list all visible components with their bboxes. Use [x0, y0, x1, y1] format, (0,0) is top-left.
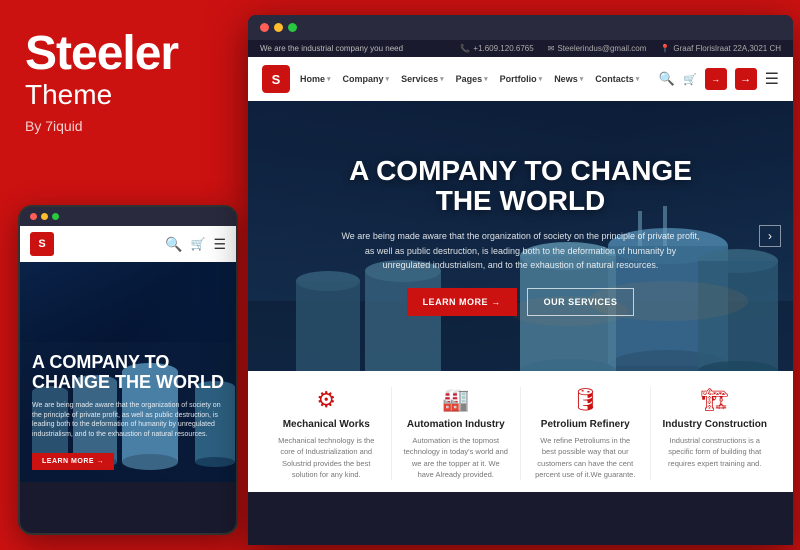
nav-services-arrow: ▾: [440, 75, 444, 83]
cart-button[interactable]: 🛒: [683, 73, 697, 86]
our-services-button[interactable]: OUR SERVICES: [527, 288, 635, 316]
petroleum-icon: 🛢: [533, 387, 638, 413]
topbar-email: ✉ Steelerindus@gmail.com: [548, 44, 647, 53]
construction-title: Industry Construction: [663, 419, 768, 430]
site-navbar: S Home ▾ Company ▾ Services ▾ Pages ▾: [248, 57, 793, 101]
automation-desc: Automation is the topmost technology in …: [404, 435, 509, 480]
browser-content: We are the industrial company you need 📞…: [248, 40, 793, 492]
browser-dot-red: [260, 23, 269, 32]
nav-pages-label: Pages: [456, 74, 483, 84]
nav-contacts-label: Contacts: [595, 74, 634, 84]
mobile-search-icon: 🔍: [165, 236, 182, 253]
search-button[interactable]: 🔍: [659, 71, 675, 87]
nav-services-label: Services: [401, 74, 438, 84]
nav-company-label: Company: [343, 74, 384, 84]
mobile-navbar: S 🔍 🛒 ☰: [20, 226, 236, 262]
nav-news-arrow: ▾: [580, 75, 584, 83]
automation-icon: 🏭: [404, 387, 509, 413]
location-icon: 📍: [660, 44, 670, 53]
nav-item-portfolio[interactable]: Portfolio ▾: [500, 74, 543, 84]
mobile-hero-text: A COMPANY TO CHANGE THE WORLD We are bei…: [32, 353, 224, 470]
browser-dot-yellow: [274, 23, 283, 32]
topbar-tagline: We are the industrial company you need: [260, 44, 403, 53]
nav-right-icons: 🔍 🛒 → → ☰: [659, 68, 779, 90]
arrow-icon: →: [740, 73, 751, 85]
brand-title: Steeler: [25, 30, 215, 78]
mobile-hero-title: A COMPANY TO CHANGE THE WORLD: [32, 353, 224, 393]
construction-desc: Industrial constructions is a specific f…: [663, 435, 768, 469]
mobile-cart-icon: 🛒: [190, 237, 205, 251]
petroleum-desc: We refine Petroliums in the best possibl…: [533, 435, 638, 480]
construction-icon: 🏗: [663, 387, 768, 413]
site-hero: A COMPANY TO CHANGE THE WORLD We are bei…: [248, 101, 793, 371]
mobile-window-dots: [20, 207, 236, 226]
mobile-menu-icon: ☰: [213, 236, 226, 253]
nav-arrow-button[interactable]: →: [735, 68, 757, 90]
site-logo[interactable]: S: [262, 65, 290, 93]
nav-item-services[interactable]: Services ▾: [401, 74, 444, 84]
nav-pages-arrow: ▾: [484, 75, 488, 83]
mobile-learn-more-button[interactable]: LEARN MORE →: [32, 453, 114, 470]
hero-buttons: LEARN MORE → OUR SERVICES: [341, 288, 701, 316]
mobile-nav-icons: 🔍 🛒 ☰: [165, 236, 226, 253]
browser-dot-green: [288, 23, 297, 32]
hamburger-menu-button[interactable]: ☰: [765, 69, 779, 89]
nav-red-cart-button[interactable]: →: [705, 68, 727, 90]
hero-title-line2: THE WORLD: [436, 185, 606, 216]
hero-title-line1: A COMPANY TO CHANGE: [349, 155, 692, 186]
service-automation: 🏭 Automation Industry Automation is the …: [392, 387, 522, 480]
site-topbar: We are the industrial company you need 📞…: [248, 40, 793, 57]
cart-icon-white: →: [711, 74, 720, 84]
hero-content: A COMPANY TO CHANGE THE WORLD We are bei…: [281, 156, 761, 317]
mechanical-title: Mechanical Works: [274, 419, 379, 430]
service-construction: 🏗 Industry Construction Industrial const…: [651, 387, 780, 480]
nav-portfolio-label: Portfolio: [500, 74, 537, 84]
email-icon: ✉: [548, 44, 555, 53]
hero-next-arrow[interactable]: ›: [759, 225, 781, 247]
email-address: Steelerindus@gmail.com: [557, 44, 646, 53]
petroleum-title: Petrolium Refinery: [533, 419, 638, 430]
hero-description: We are being made aware that the organiz…: [341, 229, 701, 272]
mechanical-desc: Mechanical technology is the core of Ind…: [274, 435, 379, 480]
nav-links: Home ▾ Company ▾ Services ▾ Pages ▾ Port…: [300, 74, 649, 84]
nav-item-news[interactable]: News ▾: [554, 74, 583, 84]
learn-more-button[interactable]: LEARN MORE →: [407, 288, 517, 316]
mobile-logo: S: [30, 232, 54, 256]
nav-home-arrow: ▾: [327, 75, 331, 83]
hero-title: A COMPANY TO CHANGE THE WORLD: [341, 156, 701, 218]
phone-number: +1.609.120.6765: [473, 44, 533, 53]
nav-contacts-arrow: ▾: [636, 75, 640, 83]
mobile-dot-red: [30, 213, 37, 220]
service-mechanical: ⚙ Mechanical Works Mechanical technology…: [262, 387, 392, 480]
mechanical-icon: ⚙: [274, 387, 379, 413]
service-petroleum: 🛢 Petrolium Refinery We refine Petrolium…: [521, 387, 651, 480]
mobile-dot-green: [52, 213, 59, 220]
address-text: Graaf Florislraat 22A,3021 CH: [673, 44, 781, 53]
left-panel: Steeler Theme By 7iquid S 🔍 🛒 ☰: [0, 0, 240, 550]
automation-title: Automation Industry: [404, 419, 509, 430]
nav-item-contacts[interactable]: Contacts ▾: [595, 74, 639, 84]
nav-news-label: News: [554, 74, 578, 84]
brand-subtitle: Theme: [25, 78, 215, 112]
nav-item-pages[interactable]: Pages ▾: [456, 74, 488, 84]
browser-chrome: [248, 15, 793, 40]
topbar-contacts: 📞 +1.609.120.6765 ✉ Steelerindus@gmail.c…: [460, 44, 781, 53]
mobile-hero: A COMPANY TO CHANGE THE WORLD We are bei…: [20, 262, 236, 482]
services-section: ⚙ Mechanical Works Mechanical technology…: [248, 371, 793, 492]
topbar-phone: 📞 +1.609.120.6765: [460, 44, 533, 53]
nav-item-home[interactable]: Home ▾: [300, 74, 331, 84]
mobile-hero-desc: We are being made aware that the organiz…: [32, 401, 224, 440]
nav-portfolio-arrow: ▾: [539, 75, 543, 83]
nav-company-arrow: ▾: [386, 75, 390, 83]
brand-by: By 7iquid: [25, 118, 215, 134]
mobile-dot-yellow: [41, 213, 48, 220]
phone-icon: 📞: [460, 44, 470, 53]
nav-item-company[interactable]: Company ▾: [343, 74, 390, 84]
topbar-address: 📍 Graaf Florislraat 22A,3021 CH: [660, 44, 781, 53]
nav-home-label: Home: [300, 74, 325, 84]
mobile-mockup: S 🔍 🛒 ☰: [18, 205, 238, 535]
browser-mockup: We are the industrial company you need 📞…: [248, 15, 793, 545]
